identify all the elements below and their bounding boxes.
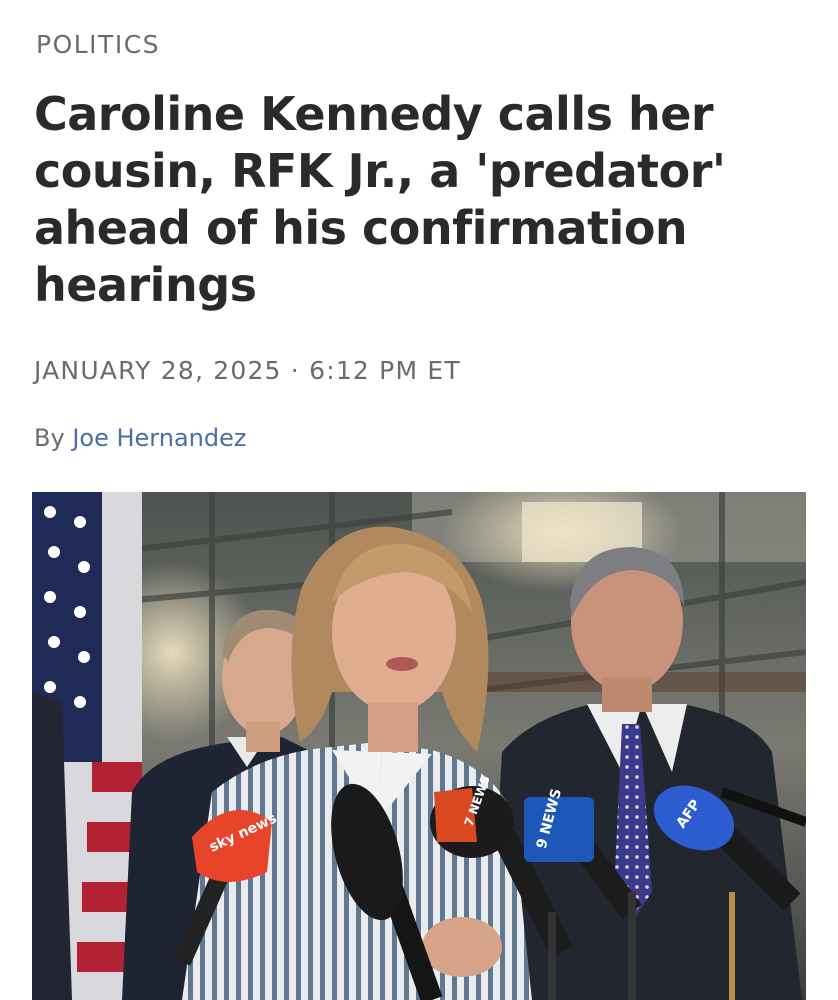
author-link[interactable]: Joe Hernandez xyxy=(72,424,246,452)
lead-photo[interactable]: sky news 7 NEWS 9 NEWS AFP xyxy=(32,492,806,1000)
article: POLITICS Caroline Kennedy calls her cous… xyxy=(0,0,838,1000)
dateline: JANUARY 28, 2025 · 6:12 PM ET xyxy=(34,356,461,385)
lead-photo-illustration: sky news 7 NEWS 9 NEWS AFP xyxy=(32,492,806,1000)
headline: Caroline Kennedy calls her cousin, RFK J… xyxy=(34,87,726,312)
byline: By Joe Hernandez xyxy=(34,424,246,452)
section-label[interactable]: POLITICS xyxy=(36,30,160,59)
byline-prefix: By xyxy=(34,424,65,452)
